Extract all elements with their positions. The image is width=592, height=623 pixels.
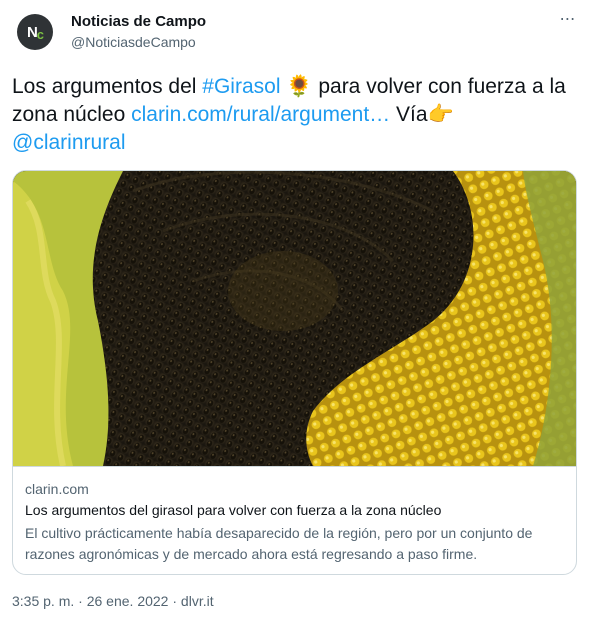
avatar-letter-n: N bbox=[26, 23, 38, 41]
article-link[interactable]: clarin.com/rural/argument… bbox=[131, 103, 390, 126]
card-meta: clarin.com Los argumentos del girasol pa… bbox=[13, 466, 576, 574]
footer-separator: · bbox=[168, 593, 181, 609]
tweet-source[interactable]: dlvr.it bbox=[181, 593, 214, 609]
tweet-time[interactable]: 3:35 p. m. bbox=[12, 593, 74, 609]
footer-separator: · bbox=[74, 593, 87, 609]
card-image-sunflower bbox=[13, 171, 576, 466]
tweet-date[interactable]: 26 ene. 2022 bbox=[87, 593, 169, 609]
more-options-icon[interactable]: ⋯ bbox=[556, 12, 580, 32]
pointing-hand-emoji-icon: 👉 bbox=[427, 103, 454, 126]
tweet-text: Los argumentos del #Girasol 🌻 para volve… bbox=[12, 73, 582, 157]
author-handle[interactable]: @NoticiasdeCampo bbox=[71, 34, 196, 50]
hashtag-link[interactable]: #Girasol bbox=[202, 75, 280, 98]
card-description: El cultivo prácticamente había desaparec… bbox=[25, 525, 533, 562]
avatar[interactable]: Nc bbox=[17, 14, 53, 50]
avatar-letter-c: c bbox=[36, 27, 44, 42]
tweet-text-part-1: Los argumentos del bbox=[12, 75, 203, 98]
link-preview-card[interactable]: clarin.com Los argumentos del girasol pa… bbox=[12, 170, 577, 575]
card-domain: clarin.com bbox=[25, 481, 89, 497]
card-title: Los argumentos del girasol para volver c… bbox=[25, 502, 442, 518]
mention-link[interactable]: @clarinrural bbox=[12, 131, 126, 154]
tweet-footer: 3:35 p. m. · 26 ene. 2022 · dlvr.it bbox=[12, 593, 214, 609]
author-name[interactable]: Noticias de Campo bbox=[71, 13, 206, 30]
sunflower-emoji-icon: 🌻 bbox=[286, 75, 313, 98]
tweet-text-part-3: Vía bbox=[390, 103, 428, 126]
